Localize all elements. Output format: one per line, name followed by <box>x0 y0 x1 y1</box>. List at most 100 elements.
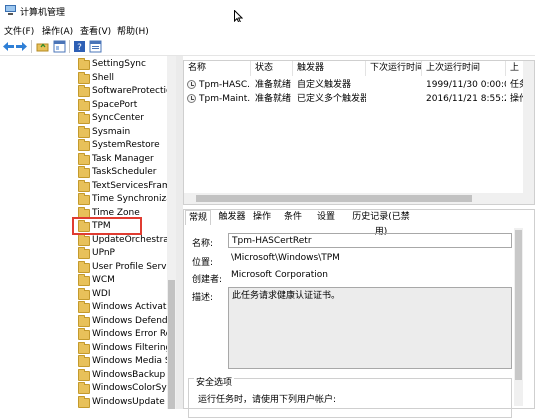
tab-triggers[interactable]: 触发器 <box>216 210 248 225</box>
forward-arrow-icon[interactable] <box>15 40 28 53</box>
folder-icon <box>78 58 90 70</box>
task-row-name[interactable]: Tpm-HASC... <box>184 78 251 92</box>
tree-item[interactable]: Sysmain <box>78 125 176 139</box>
tree-item[interactable]: WindowsColorSyst <box>78 382 176 395</box>
folder-icon <box>78 139 90 151</box>
properties-icon[interactable] <box>89 40 102 53</box>
folder-icon <box>78 152 90 165</box>
folder-icon <box>78 314 90 327</box>
folder-icon <box>78 85 90 97</box>
show-hide-tree-icon[interactable] <box>53 40 66 53</box>
tab-history[interactable]: 历史记录(已禁用) <box>346 210 416 237</box>
folder-icon <box>78 98 90 111</box>
tree-item[interactable]: WDI <box>78 287 176 301</box>
tree-item[interactable]: UpdateOrchestrate <box>78 233 176 247</box>
folder-icon <box>78 355 90 367</box>
tree-item[interactable]: TextServicesFrame <box>78 179 176 193</box>
folder-icon <box>78 179 90 192</box>
window-title: 计算机管理 <box>20 8 66 18</box>
name-label: 名称: <box>192 239 214 249</box>
column-header-status[interactable]: 状态 <box>251 61 293 76</box>
help-icon[interactable]: ? <box>73 40 86 53</box>
folder-icon <box>78 71 90 84</box>
tree-item[interactable]: Windows Activatio <box>78 301 176 314</box>
security-options-title: 安全选项 <box>194 375 235 388</box>
tab-actions[interactable]: 操作 <box>251 210 273 225</box>
task-row-status: 准备就绪 <box>255 94 292 104</box>
task-list-vertical-scrollbar[interactable] <box>523 61 534 204</box>
back-arrow-icon[interactable] <box>2 40 15 53</box>
folder-icon <box>78 395 90 408</box>
tree-item[interactable]: WCM <box>78 274 176 287</box>
folder-up-icon[interactable] <box>36 40 49 53</box>
menu-view[interactable]: 查看(V) <box>80 24 111 37</box>
folder-icon <box>78 368 90 381</box>
title-bar: 计算机管理 <box>0 0 535 22</box>
task-row-last-run: 1999/11/30 0:00:00 <box>426 80 506 90</box>
tree-item[interactable]: Task Manager <box>78 152 176 166</box>
tree-scrollbar-thumb[interactable] <box>168 280 175 409</box>
task-list: 名称 状态 触发器 下次运行时间 上次运行时间 上 Tpm-HASC... 准备… <box>183 60 535 205</box>
task-row-status: 准备就绪 <box>255 80 292 90</box>
tree-item[interactable]: Windows Error Re <box>78 328 176 341</box>
task-row-next-run <box>366 92 422 106</box>
toolbar-separator <box>69 40 70 53</box>
tab-conditions[interactable]: 条件 <box>282 210 304 225</box>
folder-icon <box>78 125 90 138</box>
folder-icon <box>78 287 90 300</box>
menu-help[interactable]: 帮助(H) <box>117 24 149 37</box>
tree-item[interactable]: User Profile Servic <box>78 260 176 274</box>
tree-item[interactable]: Windows Media S <box>78 355 176 368</box>
tpm-highlight-box <box>72 217 142 235</box>
computer-management-icon <box>5 5 16 15</box>
task-location-value: \Microsoft\Windows\TPM <box>231 253 340 263</box>
task-row-last-run: 2016/11/21 8:55:27 <box>426 94 506 104</box>
folder-icon <box>78 112 90 124</box>
task-clock-icon <box>187 80 196 89</box>
toolbar-separator <box>31 40 32 53</box>
tab-general[interactable]: 常规 <box>185 210 211 225</box>
pane-splitter[interactable] <box>176 56 183 409</box>
folder-icon <box>78 166 90 178</box>
location-label: 位置: <box>192 258 214 268</box>
description-label: 描述: <box>192 293 214 303</box>
column-header-trigger[interactable]: 触发器 <box>293 61 366 76</box>
folder-icon <box>78 247 90 259</box>
tree-item[interactable]: SpacePort <box>78 98 176 112</box>
folder-icon <box>78 328 90 340</box>
author-label: 创建者: <box>192 275 223 285</box>
menu-bar: 文件(F) 操作(A) 查看(V) 帮助(H) <box>0 22 535 38</box>
folder-icon <box>78 382 90 394</box>
folder-icon <box>78 260 90 273</box>
tree-item[interactable]: SoftwareProtection <box>78 85 176 98</box>
tree-item[interactable]: Shell <box>78 71 176 85</box>
tree-item[interactable]: WindowsBackup <box>78 368 176 382</box>
menu-action[interactable]: 操作(A) <box>42 24 73 37</box>
tree-item[interactable]: Time Synchronizat <box>78 193 176 206</box>
tab-settings[interactable]: 设置 <box>314 210 338 225</box>
task-description-field[interactable]: 此任务请求健康认证证书。 <box>228 287 512 369</box>
column-header-next-run[interactable]: 下次运行时间 <box>366 61 422 76</box>
svg-text:?: ? <box>77 43 82 53</box>
folder-icon <box>78 341 90 354</box>
task-list-horizontal-thumb[interactable] <box>196 195 472 202</box>
task-name-field[interactable]: Tpm-HASCertRetr <box>228 233 512 248</box>
tree-item[interactable]: TaskScheduler <box>78 166 176 179</box>
tree-item[interactable]: Windows Defende <box>78 314 176 328</box>
column-header-name[interactable]: 名称 <box>184 61 251 76</box>
column-header-last-run[interactable]: 上次运行时间 <box>422 61 506 76</box>
task-row-next-run <box>366 78 422 92</box>
task-row-trigger: 已定义多个触发器 <box>297 94 366 104</box>
tree-item[interactable]: SystemRestore <box>78 139 176 152</box>
tree-item[interactable]: SyncCenter <box>78 112 176 125</box>
menu-file[interactable]: 文件(F) <box>4 24 34 37</box>
tree-item[interactable]: Windows Filtering <box>78 341 176 355</box>
security-options-text: 运行任务时，请使用下列用户帐户: <box>198 395 337 405</box>
tree-item[interactable]: UPnP <box>78 247 176 260</box>
task-row-trigger: 自定义触发器 <box>297 80 352 90</box>
tree-item[interactable]: WindowsUpdate <box>78 395 176 409</box>
tree-item[interactable]: SettingSync <box>78 58 176 71</box>
details-scrollbar-thumb[interactable] <box>515 230 522 380</box>
folder-icon <box>78 301 90 313</box>
task-row-name[interactable]: Tpm-Maint... <box>184 92 251 106</box>
